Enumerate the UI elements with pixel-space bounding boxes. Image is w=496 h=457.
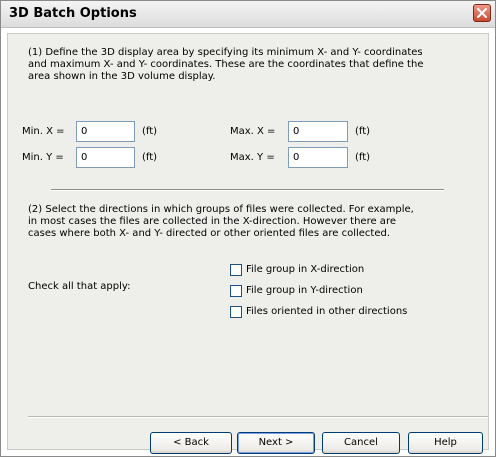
- dialog-title: 3D Batch Options: [9, 6, 137, 21]
- min-y-unit: (ft): [142, 152, 158, 163]
- max-x-input[interactable]: 0: [288, 121, 348, 142]
- checkbox-box[interactable]: [230, 264, 242, 276]
- help-button[interactable]: Help: [408, 432, 483, 454]
- checkbox-y-direction[interactable]: File group in Y-direction: [230, 285, 430, 299]
- footer-divider: [28, 416, 488, 418]
- batch-options-dialog: 3D Batch Options (1) Define the 3D displ…: [0, 0, 496, 457]
- close-icon: [477, 8, 487, 18]
- min-y-label: Min. Y =: [22, 152, 64, 163]
- close-button[interactable]: [473, 4, 491, 22]
- checkbox-label: File group in Y-direction: [246, 285, 363, 296]
- checkbox-label: File group in X-direction: [246, 264, 365, 275]
- min-y-input[interactable]: 0: [76, 147, 135, 168]
- cancel-button[interactable]: Cancel: [322, 432, 400, 454]
- min-x-label: Min. X =: [22, 126, 65, 137]
- section2-description: (2) Select the directions in which group…: [28, 204, 414, 239]
- checkbox-label: Files oriented in other directions: [246, 306, 408, 317]
- max-y-label: Max. Y =: [230, 152, 275, 163]
- back-button[interactable]: < Back: [150, 432, 232, 454]
- max-x-unit: (ft): [355, 126, 371, 137]
- next-button[interactable]: Next >: [237, 432, 315, 454]
- dialog-body: (1) Define the 3D display area by specif…: [7, 33, 489, 454]
- min-x-unit: (ft): [142, 126, 158, 137]
- max-y-unit: (ft): [355, 152, 371, 163]
- title-bar[interactable]: 3D Batch Options: [1, 1, 495, 28]
- max-x-label: Max. X =: [230, 126, 276, 137]
- max-y-input[interactable]: 0: [288, 147, 348, 168]
- section1-description: (1) Define the 3D display area by specif…: [28, 47, 424, 82]
- checkbox-box[interactable]: [230, 306, 242, 318]
- checkbox-box[interactable]: [230, 285, 242, 297]
- section-divider: [51, 189, 444, 191]
- check-all-label: Check all that apply:: [28, 281, 131, 292]
- checkbox-other-directions[interactable]: Files oriented in other directions: [230, 306, 450, 320]
- checkbox-x-direction[interactable]: File group in X-direction: [230, 264, 430, 278]
- min-x-input[interactable]: 0: [76, 121, 135, 142]
